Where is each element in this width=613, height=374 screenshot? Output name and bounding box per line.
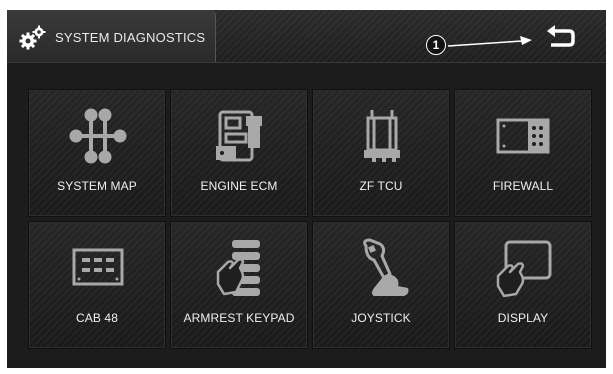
engine-ecm-icon — [216, 110, 262, 162]
tile-label: JOYSTICK — [351, 311, 411, 325]
tile-label: SYSTEM MAP — [57, 179, 137, 193]
tile-firewall[interactable]: FIREWALL — [454, 89, 592, 217]
tile-label: DISPLAY — [497, 311, 549, 325]
display-icon — [496, 240, 552, 298]
zf-tcu-icon — [364, 110, 400, 162]
tile-label: ZF TCU — [359, 179, 403, 193]
diagnostics-screen: SYSTEM DIAGNOSTICS 1 SYSTEM MAP ENGINE E… — [7, 10, 606, 368]
callout-number: 1 — [426, 35, 446, 55]
diagnostics-tile-grid: SYSTEM MAP ENGINE ECM ZF TCU FIREWALL CA… — [28, 89, 592, 353]
header-bar: SYSTEM DIAGNOSTICS 1 — [7, 10, 606, 63]
gears-icon — [19, 25, 46, 50]
back-button[interactable] — [543, 24, 579, 52]
tile-display[interactable]: DISPLAY — [454, 221, 592, 349]
tile-cab-48[interactable]: CAB 48 — [28, 221, 166, 349]
callout-arrow-icon — [447, 36, 532, 47]
tile-zf-tcu[interactable]: ZF TCU — [312, 89, 450, 217]
title-tab: SYSTEM DIAGNOSTICS — [7, 10, 216, 62]
tile-engine-ecm[interactable]: ENGINE ECM — [170, 89, 308, 217]
page-title: SYSTEM DIAGNOSTICS — [55, 30, 206, 45]
tile-system-map[interactable]: SYSTEM MAP — [28, 89, 166, 217]
joystick-icon — [363, 238, 409, 296]
tile-label: ARMREST KEYPAD — [183, 311, 295, 325]
cab-48-icon — [72, 248, 124, 286]
callout-annotation: 1 — [426, 35, 536, 59]
tile-label: CAB 48 — [76, 311, 118, 325]
armrest-keypad-icon — [216, 240, 260, 296]
tile-joystick[interactable]: JOYSTICK — [312, 221, 450, 349]
tile-label: FIREWALL — [492, 179, 554, 193]
tile-armrest-keypad[interactable]: ARMREST KEYPAD — [170, 221, 308, 349]
tile-label: ENGINE ECM — [200, 179, 278, 193]
firewall-icon — [496, 118, 550, 154]
system-map-icon — [69, 108, 127, 164]
